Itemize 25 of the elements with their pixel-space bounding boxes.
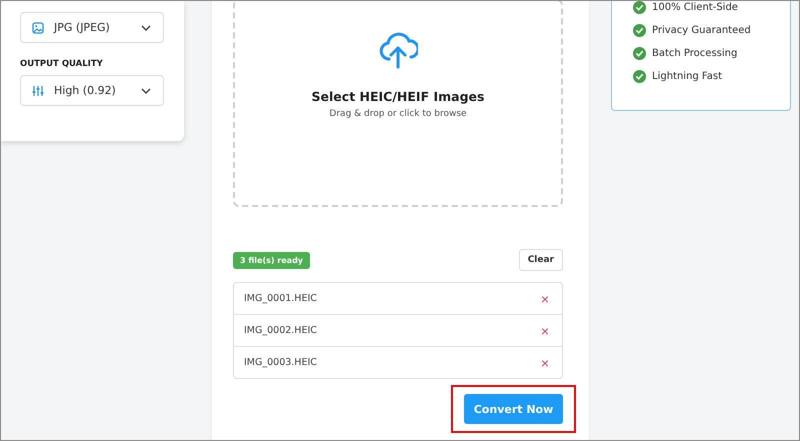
- file-name: IMG_0001.HEIC: [244, 293, 317, 304]
- drop-zone[interactable]: Select HEIC/HEIF Images Drag & drop or click to browse: [233, 1, 563, 207]
- feature-text: Privacy Guaranteed: [652, 25, 751, 36]
- upload-title: Select HEIC/HEIF Images: [312, 89, 484, 104]
- check-icon: [633, 70, 646, 83]
- sliders-icon: [32, 84, 44, 96]
- dropdown[interactable]: High (0.92): [20, 75, 164, 106]
- dropdown[interactable]: JPG (JPEG): [20, 12, 164, 43]
- caret-icon: [141, 88, 151, 94]
- remove-button[interactable]: ×: [540, 324, 549, 338]
- upload-hint: Drag & drop or click to browse: [329, 109, 467, 119]
- image-icon: [32, 22, 44, 34]
- remove-button[interactable]: ×: [540, 356, 549, 370]
- check-icon: [633, 24, 646, 37]
- feature-text: Batch Processing: [652, 48, 738, 59]
- file-name: IMG_0002.HEIC: [244, 325, 317, 336]
- caret-icon: [141, 24, 151, 30]
- remove-button[interactable]: ×: [540, 292, 549, 306]
- file-name: IMG_0003.HEIC: [244, 357, 317, 368]
- check-icon: [633, 47, 646, 60]
- field-label: OUTPUT QUALITY: [20, 59, 104, 69]
- clear-button[interactable]: Clear: [518, 249, 563, 271]
- files-ready-badge: 3 file(s) ready: [233, 252, 310, 268]
- feature-text: Lightning Fast: [652, 71, 722, 82]
- feature-text: 100% Client-Side: [652, 2, 738, 13]
